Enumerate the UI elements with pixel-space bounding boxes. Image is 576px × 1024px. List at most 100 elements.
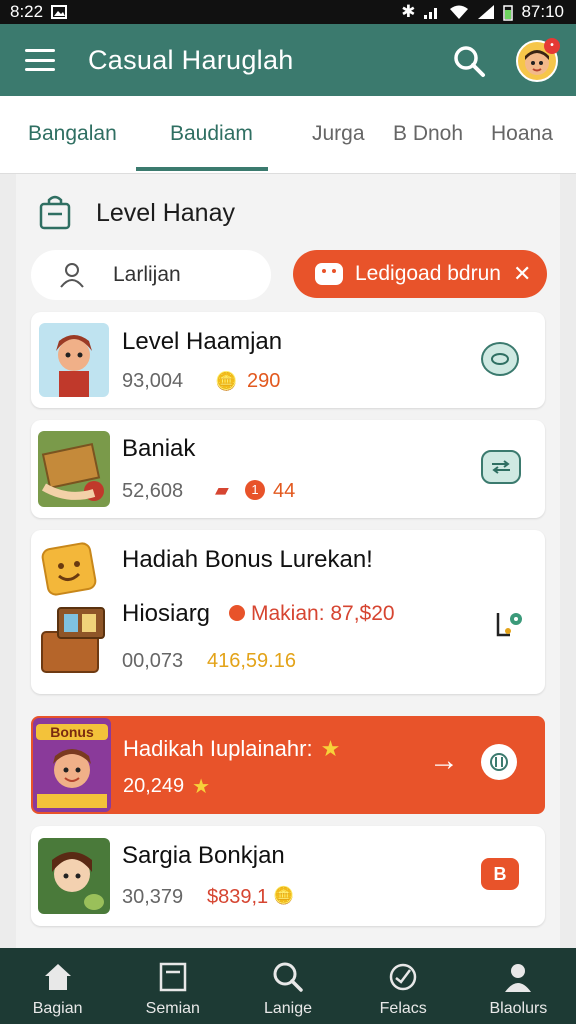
- smile-block-icon: [41, 542, 97, 596]
- nav-label: Felacs: [379, 1000, 427, 1017]
- user-chip-label: Larlijan: [113, 263, 181, 286]
- signal-icon: [424, 8, 438, 19]
- item-stat: 93,004: [122, 370, 184, 392]
- item-thumbnail: [38, 431, 110, 507]
- promo-filter-chip[interactable]: Ledigoad bdrun ✕: [293, 250, 547, 298]
- bonus-emoji-thumbnail: [39, 540, 99, 598]
- bonus-detail-name: Hiosiarg: [122, 600, 211, 627]
- cell-signal-icon: [478, 5, 495, 19]
- nav-item-bagian[interactable]: Bagian: [0, 948, 115, 1024]
- search-icon: [273, 962, 303, 992]
- nav-label: Semian: [145, 1000, 200, 1017]
- tab-b-dnoh[interactable]: B Dnoh: [393, 122, 463, 146]
- item-reward: $839,1: [207, 886, 269, 908]
- bonus-action-button[interactable]: [489, 604, 529, 644]
- item-name: Baniak: [122, 435, 196, 462]
- user-filter-chip[interactable]: Larlijan: [31, 250, 271, 300]
- list-item[interactable]: Baniak 52,608 ▰ 1 44: [31, 420, 545, 518]
- tab-active-indicator: [136, 167, 268, 171]
- star-icon: ★: [192, 776, 211, 798]
- item-action-button[interactable]: B: [481, 858, 519, 890]
- promo-chip-label: Ledigoad bdrun: [355, 262, 501, 285]
- item-points: 290: [247, 370, 281, 392]
- treasure-box-icon: [41, 607, 105, 673]
- item-name: Level Haamjan: [122, 328, 283, 355]
- bottom-navigation: Bagian Semian Lanige Felacs Blaolurs: [0, 948, 576, 1024]
- profile-icon: [505, 964, 532, 992]
- bonus-reward: Makian: 87,$20: [251, 602, 395, 625]
- bonus-card[interactable]: Hadiah Bonus Lurekan! Hiosiarg Makian: 8…: [31, 530, 545, 694]
- bonus-title: Hadiah Bonus Lurekan!: [122, 546, 373, 573]
- coin-icon: 🪙: [273, 886, 295, 905]
- nav-label: Bagian: [32, 1000, 83, 1017]
- nav-item-semian[interactable]: Semian: [115, 948, 230, 1024]
- app-title: Casual Haruglah: [88, 44, 294, 75]
- shopping-bag-icon: [39, 195, 71, 230]
- coin-dot-icon: [229, 605, 245, 621]
- arrow-right-icon[interactable]: →: [429, 744, 459, 778]
- section-title: Level Hanay: [96, 199, 235, 227]
- promo-value: 20,249: [123, 775, 185, 797]
- close-icon[interactable]: ✕: [513, 261, 531, 287]
- nav-item-blaolurs[interactable]: Blaolurs: [461, 948, 576, 1024]
- list-item[interactable]: Sargia Bonkjan 30,379 $839,1 🪙 B: [31, 826, 545, 926]
- user-icon: [60, 263, 84, 288]
- bonus-stat: 00,073: [122, 650, 184, 672]
- bluetooth-icon: ✱: [401, 2, 416, 21]
- image-icon: [51, 5, 68, 19]
- main-content: Level Hanay Larlijan Ledigoad bdrun ✕ Le…: [16, 174, 560, 948]
- food-box-icon: [41, 442, 104, 501]
- promo-value-row: 20,249 ★: [123, 774, 210, 799]
- tab-baudiam[interactable]: Baudiam: [170, 122, 253, 146]
- character-face-icon: [37, 749, 107, 808]
- item-stat: 30,379: [122, 886, 184, 908]
- exchange-icon: [492, 460, 510, 474]
- promo-title-row: Hadikah Iuplainahr: ★: [123, 736, 340, 762]
- nav-item-felacs[interactable]: Felacs: [346, 948, 461, 1024]
- chat-face-icon: [315, 263, 343, 285]
- promo-title: Hadikah Iuplainahr:: [123, 736, 313, 761]
- nav-item-lanige[interactable]: Lanige: [230, 948, 345, 1024]
- tab-hoana[interactable]: Hoana: [491, 122, 553, 146]
- tab-bar: Bangalan Baudiam Jurga B Dnoh Hoana: [0, 96, 576, 174]
- item-thumbnail: [38, 838, 110, 914]
- battery-icon: [503, 4, 514, 21]
- bonus-box-thumbnail: [38, 602, 108, 680]
- gauge-icon: [490, 753, 508, 771]
- item-action-button[interactable]: [481, 342, 519, 376]
- tab-jurga[interactable]: Jurga: [312, 122, 365, 146]
- hamburger-menu-button[interactable]: [25, 49, 55, 71]
- item-stat: 52,608: [122, 480, 184, 502]
- item-points: 44: [273, 480, 296, 502]
- character-icon: [52, 852, 104, 910]
- wifi-icon: [450, 5, 469, 19]
- nav-label: Blaolurs: [489, 1000, 548, 1017]
- pin-gear-icon: [496, 613, 522, 637]
- promo-bonus-badge: Bonus: [33, 718, 111, 812]
- character-icon: [56, 335, 92, 397]
- nav-label: Lanige: [263, 1000, 313, 1017]
- bubble-icon: [491, 353, 509, 365]
- activity-icon: [389, 963, 417, 991]
- promo-banner[interactable]: Bonus Hadikah Iuplainahr: ★ 20,249 ★ →: [31, 716, 545, 814]
- status-clock-right: 87:10: [521, 2, 564, 21]
- home-icon: [44, 964, 71, 990]
- status-bar: 8:22 ✱ 87:10: [0, 0, 576, 24]
- user-avatar[interactable]: •: [516, 38, 560, 82]
- search-icon[interactable]: [452, 44, 486, 78]
- promo-action-button[interactable]: [481, 744, 517, 780]
- item-action-label: B: [493, 863, 507, 884]
- list-item[interactable]: Level Haamjan 93,004 🪙 290: [31, 312, 545, 408]
- item-thumbnail: [39, 323, 109, 397]
- coin-badge-icon: 1: [245, 480, 265, 500]
- tab-bangalan[interactable]: Bangalan: [28, 122, 117, 146]
- item-action-button[interactable]: [481, 450, 521, 484]
- gift-card-icon: ▰: [215, 480, 229, 500]
- item-name: Sargia Bonkjan: [122, 842, 285, 869]
- bonus-total: 416,59.16: [207, 650, 296, 672]
- app-bar: Casual Haruglah •: [0, 24, 576, 96]
- notification-badge: •: [544, 38, 560, 54]
- coin-icon: 🪙: [215, 371, 238, 391]
- document-icon: [159, 962, 187, 992]
- star-icon: ★: [320, 736, 341, 761]
